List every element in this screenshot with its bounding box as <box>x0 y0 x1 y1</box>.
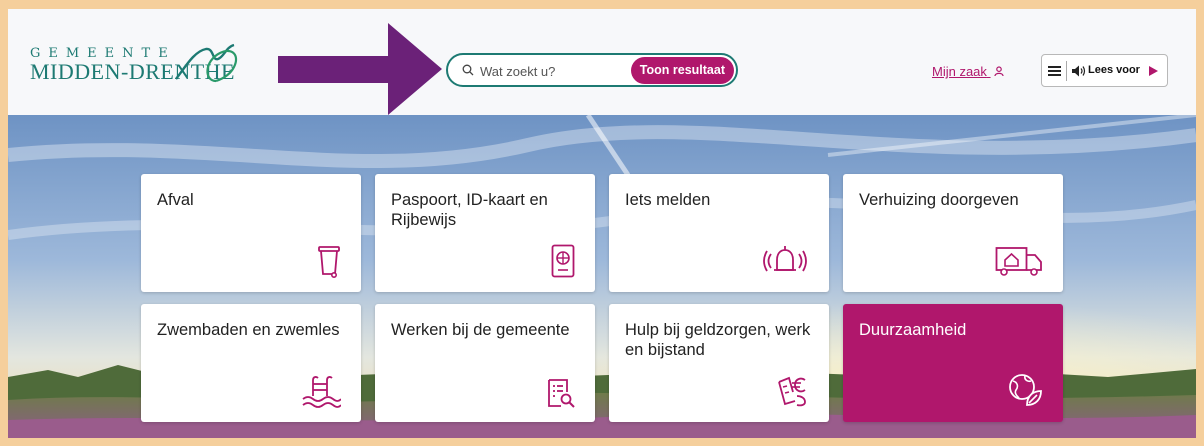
user-icon <box>993 66 1004 77</box>
browser-viewport: GEMEENTE MIDDEN-DRENTHE Toon resultaat M… <box>8 9 1196 438</box>
search-icon <box>462 64 474 76</box>
tile-label: Zwembaden en zwemles <box>157 321 340 339</box>
search-bar: Toon resultaat <box>446 53 738 87</box>
euro-receipt-icon <box>778 376 806 407</box>
job-application-icon <box>548 379 575 408</box>
search-submit-button[interactable]: Toon resultaat <box>630 57 734 84</box>
search-input[interactable] <box>480 61 640 81</box>
tile-paspoort[interactable]: Paspoort, ID-kaart en Rijbewijs <box>375 174 595 292</box>
tile-label: Iets melden <box>625 191 711 209</box>
swimming-pool-icon <box>302 376 341 408</box>
tile-label: Verhuizing doorgeven <box>859 191 1019 209</box>
annotation-arrow-icon <box>278 23 442 115</box>
control-divider <box>1066 61 1067 81</box>
trash-bin-icon <box>318 246 340 278</box>
tile-afval[interactable]: Afval <box>141 174 361 292</box>
tile-label: Afval <box>157 191 194 209</box>
tile-zwembaden[interactable]: Zwembaden en zwemles <box>141 304 361 422</box>
my-case-link[interactable]: Mijn zaak <box>932 64 1004 79</box>
globe-leaf-icon <box>1009 374 1042 406</box>
hero-banner: Afval Paspoort, ID-kaart en Rijbewijs Ie… <box>8 115 1196 438</box>
tile-verhuizing[interactable]: Verhuizing doorgeven <box>843 174 1063 292</box>
tile-label: Paspoort, ID-kaart en Rijbewijs <box>391 191 548 229</box>
tile-label: Hulp bij geldzorgen, werk en bijstand <box>625 321 811 359</box>
my-case-label: Mijn zaak <box>932 64 987 79</box>
speaker-icon <box>1072 65 1086 77</box>
tile-duurzaamheid[interactable]: Duurzaamheid <box>843 304 1063 422</box>
site-header: GEMEENTE MIDDEN-DRENTHE Toon resultaat M… <box>8 9 1196 115</box>
read-aloud-label[interactable]: Lees voor <box>1088 64 1140 76</box>
moving-truck-icon <box>995 247 1042 276</box>
logo-swoosh-icon <box>175 43 238 83</box>
play-icon[interactable] <box>1149 66 1158 76</box>
tile-iets-melden[interactable]: Iets melden <box>609 174 829 292</box>
read-aloud-control[interactable]: Lees voor <box>1041 54 1168 87</box>
tile-label: Werken bij de gemeente <box>391 321 570 339</box>
tile-geldzorgen[interactable]: Hulp bij geldzorgen, werk en bijstand <box>609 304 829 422</box>
passport-icon <box>551 244 575 278</box>
bell-alert-icon <box>763 246 807 272</box>
tile-werken[interactable]: Werken bij de gemeente <box>375 304 595 422</box>
tile-label: Duurzaamheid <box>859 321 967 339</box>
menu-icon[interactable] <box>1048 65 1061 77</box>
